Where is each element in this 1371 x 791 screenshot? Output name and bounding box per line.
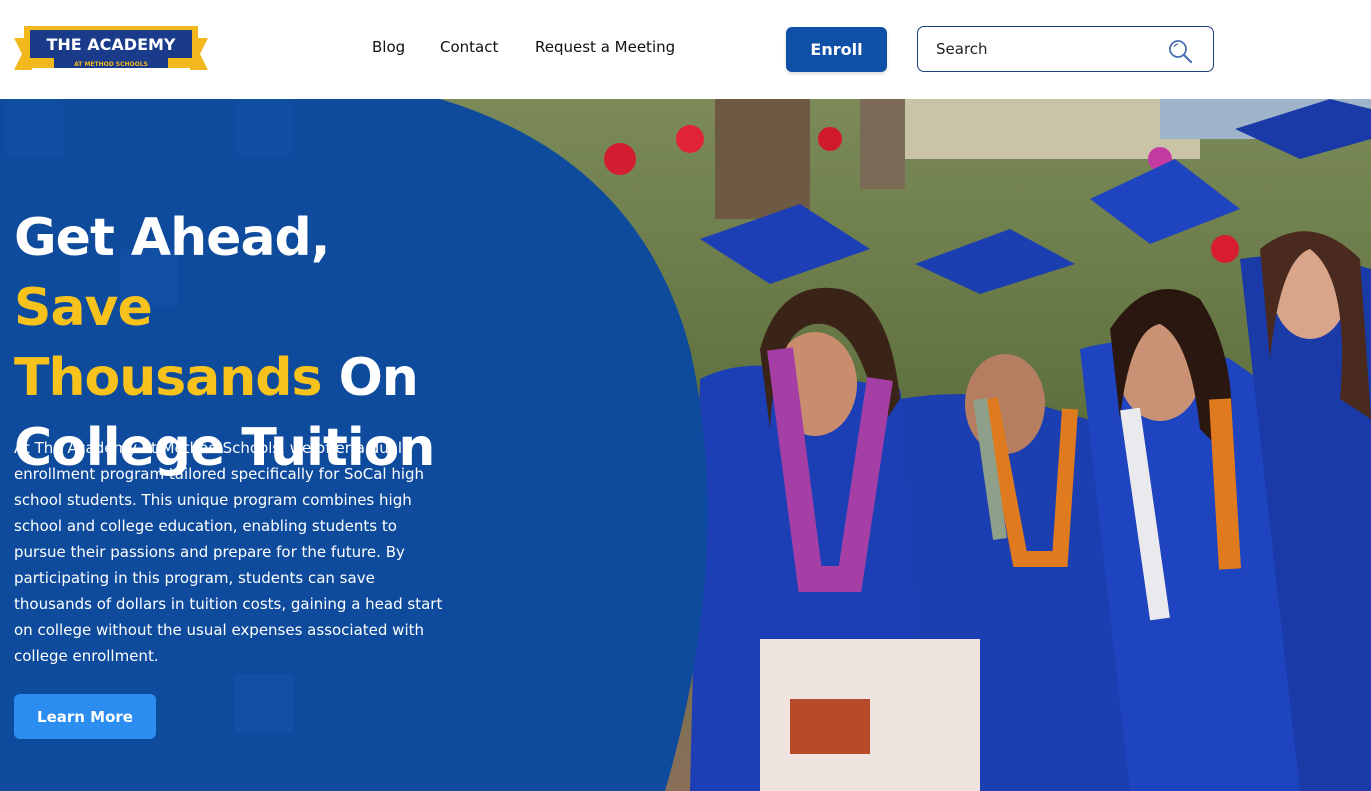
hero-section: Get Ahead, Save Thousands On College Tui… [0, 99, 1371, 791]
nav-contact-link[interactable]: Contact [440, 38, 498, 56]
search-input[interactable] [936, 37, 1156, 61]
learn-more-button[interactable]: Learn More [14, 694, 156, 739]
nav-blog-link[interactable]: Blog [372, 38, 405, 56]
hero-description: At The Academy at Method Schools, we off… [14, 439, 443, 665]
logo-subtitle: AT METHOD SCHOOLS [74, 61, 148, 68]
logo-title: THE ACADEMY [46, 35, 175, 54]
academy-logo[interactable]: THE ACADEMY AT METHOD SCHOOLS [14, 24, 208, 74]
enroll-button[interactable]: Enroll [786, 27, 887, 72]
nav-request-meeting-link[interactable]: Request a Meeting [535, 38, 675, 56]
search-icon[interactable] [1167, 38, 1193, 64]
site-header: THE ACADEMY AT METHOD SCHOOLS Blog Conta… [0, 0, 1371, 99]
search-box [917, 26, 1214, 72]
headline-accent: Save Thousands [14, 278, 322, 408]
headline-part-1: Get Ahead, [14, 208, 331, 268]
